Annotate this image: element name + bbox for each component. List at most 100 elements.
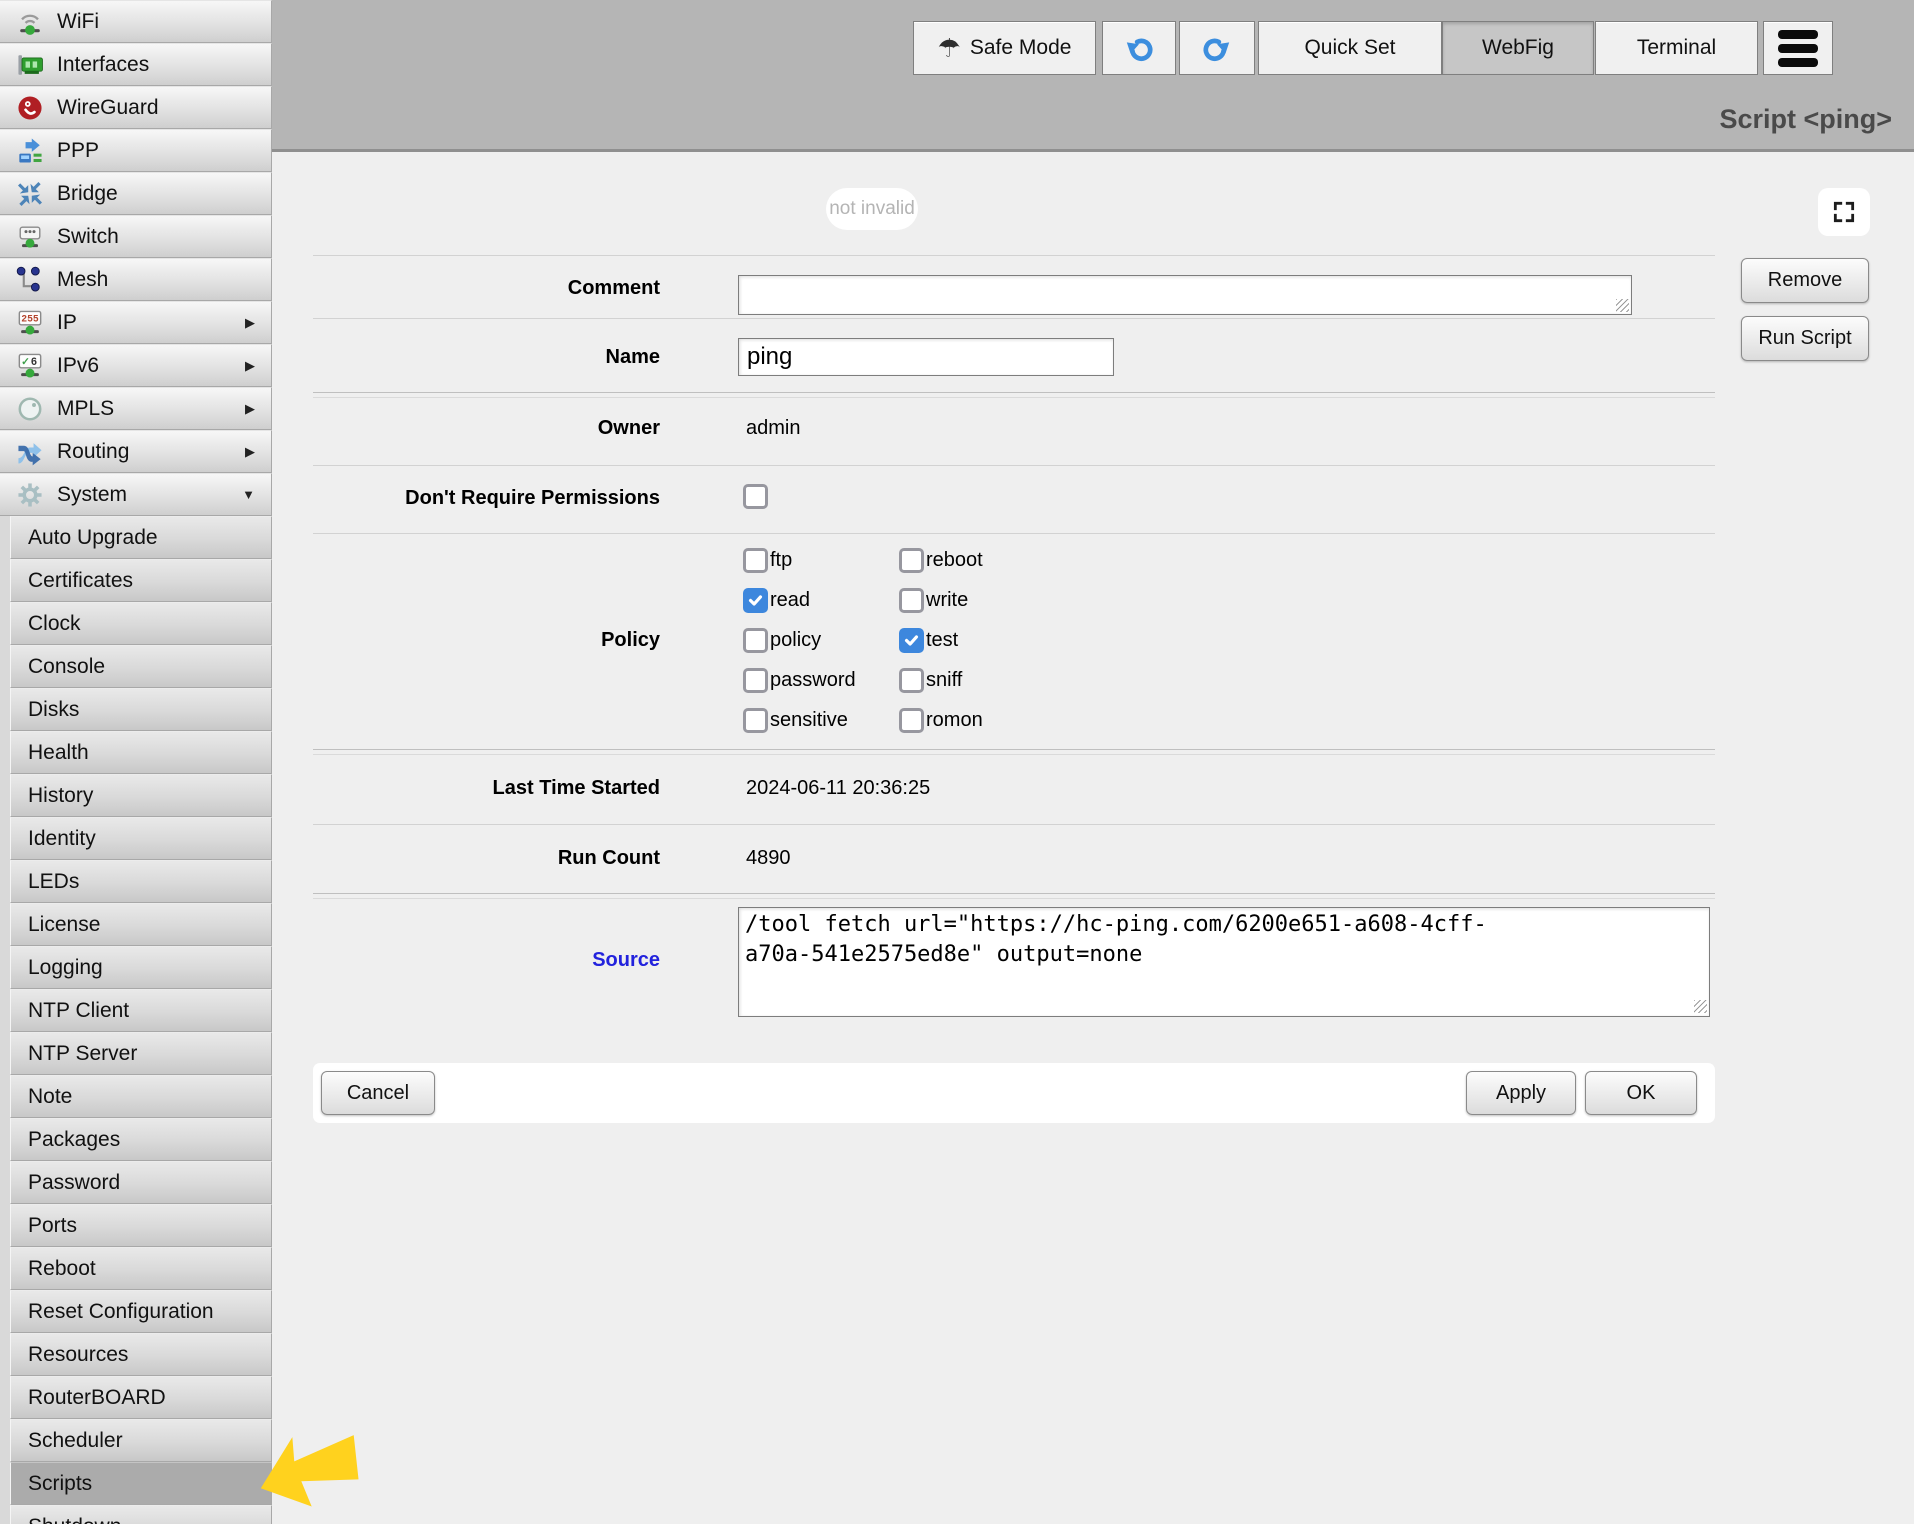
section-separator: [313, 749, 1715, 755]
policy-checkbox-reboot[interactable]: [899, 548, 924, 573]
sidebar-item-switch[interactable]: Switch: [0, 215, 272, 258]
policy-checkbox-policy[interactable]: [743, 628, 768, 653]
safe-mode-button[interactable]: ☂ Safe Mode: [913, 21, 1096, 75]
sidebar-item-bridge[interactable]: Bridge: [0, 172, 272, 215]
sidebar-subitem-shutdown[interactable]: Shutdown: [10, 1505, 272, 1524]
cancel-button[interactable]: Cancel: [321, 1071, 435, 1115]
sidebar-subitem-console[interactable]: Console: [10, 645, 272, 688]
page-title: Script <ping>: [1719, 104, 1892, 135]
name-input[interactable]: [738, 338, 1114, 376]
resize-grip-icon[interactable]: [1694, 1000, 1707, 1013]
apply-button[interactable]: Apply: [1466, 1071, 1576, 1115]
policy-checkbox-sniff[interactable]: [899, 668, 924, 693]
chevron-right-icon: ▶: [245, 401, 255, 417]
sidebar-subitem-password[interactable]: Password: [10, 1161, 272, 1204]
policy-checkbox-sensitive[interactable]: [743, 708, 768, 733]
sidebar-item-label: MPLS: [57, 397, 245, 421]
policy-option-label: test: [926, 629, 958, 652]
tab-terminal[interactable]: Terminal: [1595, 21, 1758, 75]
policy-option-reboot: reboot: [899, 540, 983, 580]
sidebar-subitem-note[interactable]: Note: [10, 1075, 272, 1118]
sidebar-subitem-scheduler[interactable]: Scheduler: [10, 1419, 272, 1462]
resize-grip-icon[interactable]: [1616, 299, 1629, 312]
sidebar-subitem-leds[interactable]: LEDs: [10, 860, 272, 903]
comment-input[interactable]: [738, 275, 1632, 315]
top-toolbar: ☂ Safe Mode Quick Set WebFig Terminal: [272, 0, 1914, 152]
run-script-button[interactable]: Run Script: [1741, 316, 1869, 361]
sidebar-subitem-disks[interactable]: Disks: [10, 688, 272, 731]
sidebar-subitem-routerboard[interactable]: RouterBOARD: [10, 1376, 272, 1419]
sidebar-item-label: PPP: [57, 139, 271, 163]
sidebar-item-routing[interactable]: Routing▶: [0, 430, 272, 473]
hamburger-menu-button[interactable]: [1763, 21, 1833, 75]
sidebar-subitem-reboot[interactable]: Reboot: [10, 1247, 272, 1290]
sidebar-subitem-ntp-server[interactable]: NTP Server: [10, 1032, 272, 1075]
policy-checkbox-write[interactable]: [899, 588, 924, 613]
sidebar-subitem-certificates[interactable]: Certificates: [10, 559, 272, 602]
sidebar-subitem-identity[interactable]: Identity: [10, 817, 272, 860]
sidebar-subitem-reset-configuration[interactable]: Reset Configuration: [10, 1290, 272, 1333]
sidebar-subitem-ntp-client[interactable]: NTP Client: [10, 989, 272, 1032]
dont-require-permissions-checkbox[interactable]: [743, 484, 768, 509]
sidebar-subitem-logging[interactable]: Logging: [10, 946, 272, 989]
policy-checkbox-romon[interactable]: [899, 708, 924, 733]
policy-checkbox-ftp[interactable]: [743, 548, 768, 573]
sidebar-subitem-packages[interactable]: Packages: [10, 1118, 272, 1161]
tab-webfig-active[interactable]: WebFig: [1442, 21, 1594, 75]
webfig-label: WebFig: [1482, 36, 1554, 60]
separator: [313, 533, 1715, 534]
sidebar-subitem-ports[interactable]: Ports: [10, 1204, 272, 1247]
owner-value: admin: [746, 417, 800, 440]
policy-option-label: write: [926, 589, 968, 612]
policy-checkbox-test[interactable]: [899, 628, 924, 653]
sidebar-subitem-clock[interactable]: Clock: [10, 602, 272, 645]
fullscreen-icon: [1831, 199, 1857, 225]
fullscreen-button[interactable]: [1818, 188, 1870, 236]
sidebar-item-label: IP: [57, 311, 245, 335]
name-label: Name: [313, 288, 660, 426]
sidebar-item-mesh[interactable]: Mesh: [0, 258, 272, 301]
policy-checkbox-password[interactable]: [743, 668, 768, 693]
sidebar-item-label: Bridge: [57, 182, 271, 206]
sidebar-item-mpls[interactable]: MPLS▶: [0, 387, 272, 430]
sidebar-subitem-scripts[interactable]: Scripts: [10, 1462, 272, 1505]
sidebar-subitem-history[interactable]: History: [10, 774, 272, 817]
mesh-icon: [13, 263, 47, 297]
sidebar-item-ipv6[interactable]: ✓6IPv6▶: [0, 344, 272, 387]
sidebar-item-wireguard[interactable]: WireGuard: [0, 86, 272, 129]
sidebar-item-label: WiFi: [57, 10, 271, 34]
redo-button[interactable]: [1179, 21, 1255, 75]
svg-text:255: 255: [21, 313, 39, 324]
redo-icon: [1202, 33, 1232, 63]
hamburger-icon: [1778, 30, 1818, 39]
source-input[interactable]: [738, 907, 1710, 1017]
chevron-right-icon: ▶: [245, 358, 255, 374]
system-icon: [13, 478, 47, 512]
last-time-started-label: Last Time Started: [313, 777, 660, 800]
remove-button[interactable]: Remove: [1741, 258, 1869, 303]
sidebar-item-interfaces[interactable]: Interfaces: [0, 43, 272, 86]
undo-button[interactable]: [1102, 21, 1176, 75]
sidebar-subitem-resources[interactable]: Resources: [10, 1333, 272, 1376]
policy-column-2: reboot write test sniff romon: [899, 540, 983, 740]
sidebar-item-system[interactable]: System▼: [0, 473, 272, 516]
sidebar-subitem-auto-upgrade[interactable]: Auto Upgrade: [10, 516, 272, 559]
policy-option-ftp: ftp: [743, 540, 856, 580]
policy-label: Policy: [313, 629, 660, 652]
policy-option-romon: romon: [899, 700, 983, 740]
ok-button[interactable]: OK: [1585, 1071, 1697, 1115]
policy-option-write: write: [899, 580, 983, 620]
policy-option-test: test: [899, 620, 983, 660]
policy-checkbox-read[interactable]: [743, 588, 768, 613]
separator: [313, 824, 1715, 825]
sidebar: WiFi InterfacesWireGuard PPP Bridge SwitchMe…: [0, 0, 272, 1524]
sidebar-item-ppp[interactable]: PPP: [0, 129, 272, 172]
svg-text:6: 6: [31, 357, 37, 369]
policy-option-label: sniff: [926, 669, 962, 692]
sidebar-subitem-health[interactable]: Health: [10, 731, 272, 774]
sidebar-subitem-license[interactable]: License: [10, 903, 272, 946]
undo-icon: [1124, 33, 1154, 63]
sidebar-item-wifi[interactable]: WiFi: [0, 0, 272, 43]
sidebar-item-ip[interactable]: 255IP▶: [0, 301, 272, 344]
tab-quick-set[interactable]: Quick Set: [1258, 21, 1442, 75]
